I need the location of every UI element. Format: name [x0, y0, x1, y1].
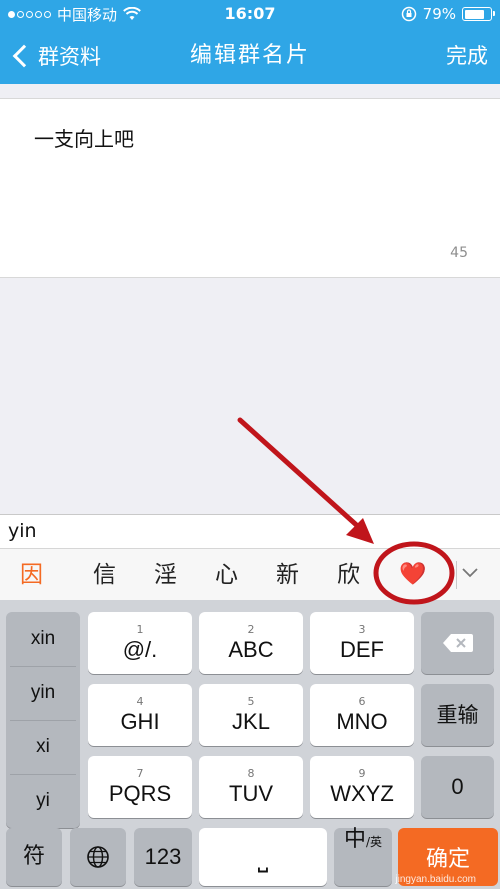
battery-icon: [462, 7, 495, 21]
key-7[interactable]: 7 PQRS: [88, 756, 192, 818]
candidate-item[interactable]: 信: [93, 549, 116, 601]
pinyin-option[interactable]: yi: [6, 774, 80, 828]
pinyin-options: xin yin xi yi: [6, 612, 80, 828]
numeric-key[interactable]: 123: [134, 828, 192, 886]
symbol-key[interactable]: 符: [6, 828, 62, 886]
done-button[interactable]: 完成: [446, 28, 488, 84]
watermark: jingyan.baidu.com: [395, 874, 476, 885]
space-key[interactable]: ⎵: [199, 828, 327, 886]
group-card-text[interactable]: 一支向上吧: [34, 123, 134, 152]
candidate-item[interactable]: 新: [276, 549, 299, 601]
char-count: 45: [450, 245, 468, 261]
pinyin-option[interactable]: xi: [6, 720, 80, 774]
status-bar: 中国移动 16:07 79%: [0, 0, 500, 28]
pinyin-option[interactable]: xin: [6, 612, 80, 666]
pinyin-option[interactable]: yin: [6, 666, 80, 720]
page-title: 编辑群名片: [189, 43, 310, 68]
candidate-item[interactable]: 淫: [154, 549, 177, 601]
key-5[interactable]: 5 JKL: [199, 684, 303, 746]
backspace-key[interactable]: [421, 612, 494, 674]
key-6[interactable]: 6 MNO: [310, 684, 414, 746]
candidate-item[interactable]: 心: [215, 549, 238, 601]
key-8[interactable]: 8 TUV: [199, 756, 303, 818]
status-right: 79%: [401, 0, 495, 28]
rotation-lock-icon: [401, 6, 416, 22]
key-3[interactable]: 3 DEF: [310, 612, 414, 674]
battery-percent: 79%: [422, 5, 456, 23]
key-2[interactable]: 2 ABC: [199, 612, 303, 674]
candidate-bar: 因 信 淫 心 新 欣 ❤️: [0, 548, 500, 600]
candidate-item[interactable]: 因: [20, 549, 43, 601]
key-9[interactable]: 9 WXYZ: [310, 756, 414, 818]
reenter-key[interactable]: 重输: [421, 684, 494, 746]
key-0[interactable]: 0: [421, 756, 494, 818]
candidate-divider: [456, 561, 457, 589]
keyboard: xin yin xi yi 1 @/. 2 ABC 3 DEF 4 GHI 5 …: [0, 600, 500, 889]
key-4[interactable]: 4 GHI: [88, 684, 192, 746]
globe-key[interactable]: [70, 828, 126, 886]
backspace-icon: [442, 634, 473, 652]
key-1[interactable]: 1 @/.: [88, 612, 192, 674]
nav-bar: 群资料 编辑群名片 完成: [0, 28, 500, 84]
chevron-down-icon[interactable]: [462, 565, 478, 581]
candidate-item[interactable]: 欣: [337, 549, 360, 601]
ime-composition: yin: [0, 514, 500, 548]
lang-switch-key[interactable]: 中 /英: [334, 828, 392, 886]
candidate-heart-emoji[interactable]: ❤️: [399, 549, 426, 601]
globe-icon: [87, 846, 109, 868]
group-card-editor[interactable]: 一支向上吧 45: [0, 98, 500, 278]
